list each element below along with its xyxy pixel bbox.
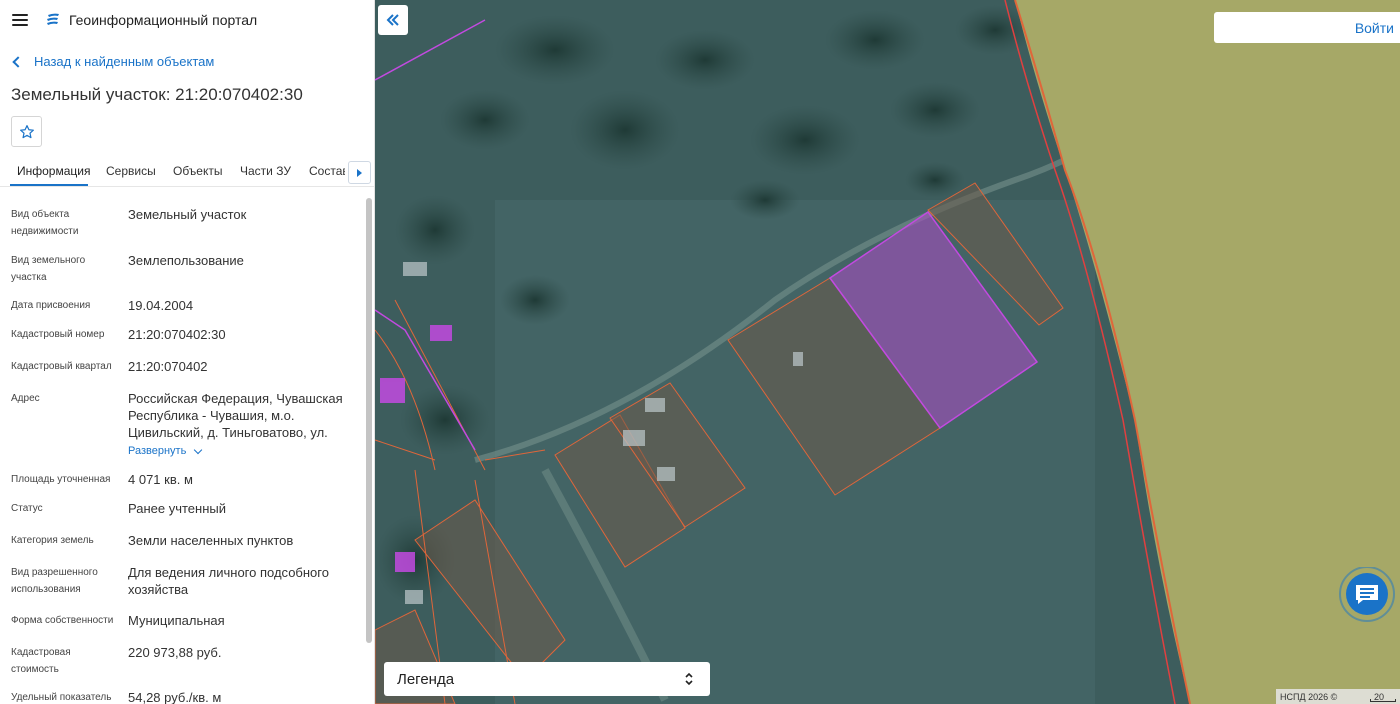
portal-logo-icon [47, 13, 59, 25]
legend-label: Легенда [397, 670, 455, 688]
info-value: 19.04.2004 [128, 298, 194, 313]
chat-button[interactable] [1337, 566, 1397, 627]
login-button[interactable]: Войти [1214, 12, 1400, 43]
info-label: Форма собственности [11, 615, 114, 626]
tab-services[interactable]: Сервисы [106, 164, 156, 178]
expand-address-link[interactable]: Развернуть [128, 443, 203, 460]
hamburger-icon[interactable] [12, 14, 28, 26]
info-label: Адрес [11, 393, 40, 404]
info-label: Вид объекта недвижимости [11, 209, 79, 237]
address-text: Российская Федерация, Чувашская Республи… [128, 391, 343, 440]
satellite-map[interactable] [375, 0, 1400, 704]
collapse-sidebar-button[interactable] [378, 5, 408, 35]
info-label: Кадастровая стоимость [11, 647, 71, 675]
info-value: 21:20:070402:30 [128, 327, 226, 342]
sidebar-scrollbar[interactable] [366, 198, 372, 643]
active-tab-indicator [10, 184, 88, 186]
info-label: Вид земельного участка [11, 255, 86, 283]
info-value: Ранее учтенный [128, 501, 226, 516]
updown-chevron-icon [685, 672, 693, 686]
caret-right-icon [357, 168, 362, 177]
info-value-address: Российская Федерация, Чувашская Республи… [128, 390, 356, 460]
back-link-label: Назад к найденным объектам [34, 54, 215, 69]
info-label: Дата присвоения [11, 300, 91, 311]
legend-toggle[interactable]: Легенда [384, 662, 710, 696]
back-to-results-link[interactable]: Назад к найденным объектам [12, 54, 215, 69]
tab-parts[interactable]: Части ЗУ [240, 164, 291, 178]
info-value: Для ведения личного подсобного хозяйства [128, 565, 329, 597]
info-label: Удельный показатель [11, 692, 112, 703]
object-title: Земельный участок: 21:20:070402:30 [11, 85, 303, 104]
map-attribution: НСПД 2026 © 20 [1276, 689, 1400, 704]
favorite-button[interactable] [11, 116, 42, 147]
scale-bar [1370, 699, 1396, 702]
star-icon [19, 124, 34, 138]
tab-information[interactable]: Информация [17, 164, 90, 178]
app: Геоинформационный портал Назад к найденн… [0, 0, 1400, 704]
info-value: 21:20:070402 [128, 359, 208, 374]
chevron-left-icon [12, 55, 24, 68]
info-value: Земельный участок [128, 207, 247, 222]
map-view[interactable] [375, 0, 1400, 704]
double-chevron-left-icon [386, 14, 399, 26]
expand-label: Развернуть [128, 445, 187, 457]
portal-title: Геоинформационный портал [69, 12, 258, 28]
chevron-down-icon [194, 445, 203, 455]
info-value: 220 973,88 руб. [128, 645, 222, 660]
chat-icon [1339, 566, 1395, 622]
info-value: Землепользование [128, 253, 244, 268]
info-label: Статус [11, 503, 43, 514]
info-label: Площадь уточненная [11, 474, 111, 485]
info-value: Земли населенных пунктов [128, 533, 294, 548]
info-label: Кадастровый номер [11, 329, 105, 340]
tabs: Информация Сервисы Объекты Части ЗУ Сост… [0, 157, 374, 187]
tab-composition[interactable]: Состав [309, 164, 345, 178]
copyright-text: НСПД 2026 © [1280, 691, 1338, 702]
sidebar: Геоинформационный портал Назад к найденн… [0, 0, 375, 704]
info-value: Муниципальная [128, 613, 225, 628]
tab-scroll-button[interactable] [348, 161, 371, 184]
info-label: Категория земель [11, 535, 94, 546]
topbar: Геоинформационный портал [0, 0, 374, 40]
info-value: 54,28 руб./кв. м [128, 690, 222, 704]
tab-objects[interactable]: Объекты [173, 164, 223, 178]
info-label: Кадастровый квартал [11, 361, 112, 372]
info-label: Вид разрешенного использования [11, 567, 98, 595]
info-value: 4 071 кв. м [128, 472, 193, 487]
